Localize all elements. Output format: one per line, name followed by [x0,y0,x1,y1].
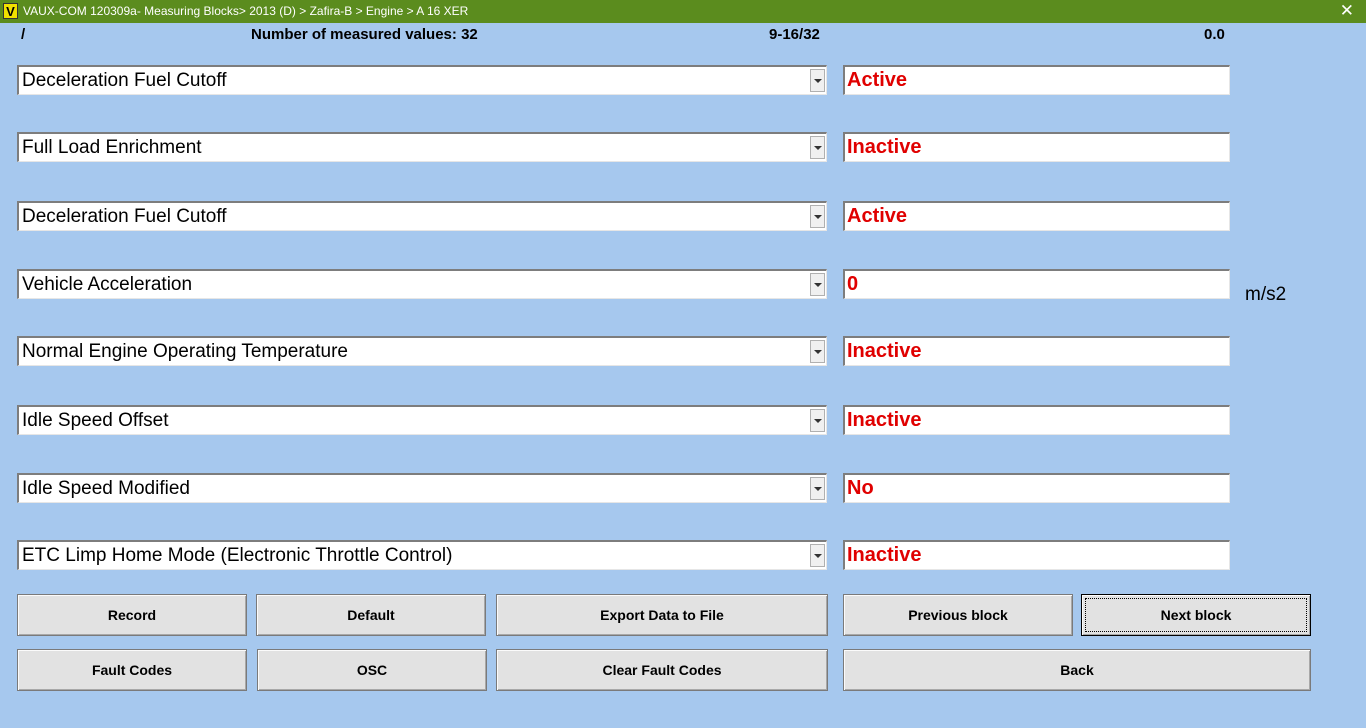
measurement-value-text: Active [847,69,908,91]
next-block-button[interactable]: Next block [1081,594,1311,636]
block-range: 9-16/32 [769,26,820,43]
measurement-value-text: Inactive [847,409,922,431]
chevron-down-icon[interactable] [810,205,825,228]
measurement-select-label: Normal Engine Operating Temperature [22,341,348,362]
chevron-down-icon[interactable] [810,340,825,363]
measurement-select-6[interactable]: Idle Speed Offset [17,405,827,435]
measurement-value-text: Inactive [847,544,922,566]
measured-values-count: Number of measured values: 32 [251,26,478,43]
measurement-value-7: No [843,473,1230,503]
chevron-down-icon[interactable] [810,544,825,567]
measurement-select-label: Idle Speed Offset [22,410,169,431]
app-logo-icon: V [3,3,18,19]
measurement-select-4[interactable]: Vehicle Acceleration [17,269,827,299]
measurement-unit-4: m/s2 [1245,284,1287,305]
measurement-value-text: 0 [847,273,859,295]
measurement-select-3[interactable]: Deceleration Fuel Cutoff [17,201,827,231]
clear-fault-codes-button[interactable]: Clear Fault Codes [496,649,828,691]
measurement-select-1[interactable]: Deceleration Fuel Cutoff [17,65,827,95]
fault-codes-button[interactable]: Fault Codes [17,649,247,691]
title-bar: V VAUX-COM 120309a- Measuring Blocks> 20… [0,0,1366,23]
record-button[interactable]: Record [17,594,247,636]
measurement-value-4: 0 [843,269,1230,299]
measurement-value-6: Inactive [843,405,1230,435]
measurement-value-text: No [847,477,874,499]
measurement-select-label: Deceleration Fuel Cutoff [22,70,227,91]
measurement-value-2: Inactive [843,132,1230,162]
measurement-select-label: Full Load Enrichment [22,137,202,158]
measurement-value-8: Inactive [843,540,1230,570]
chevron-down-icon[interactable] [810,477,825,500]
measurement-select-label: Vehicle Acceleration [22,274,193,295]
measurement-value-text: Inactive [847,340,922,362]
path-indicator: / [21,26,26,43]
osc-button[interactable]: OSC [257,649,487,691]
measurement-value-text: Inactive [847,136,922,158]
chevron-down-icon[interactable] [810,69,825,92]
chevron-down-icon[interactable] [810,136,825,159]
measurement-value-1: Active [843,65,1230,95]
measurement-value-5: Inactive [843,336,1230,366]
back-button[interactable]: Back [843,649,1311,691]
header-value: 0.0 [1204,26,1225,43]
measurement-value-3: Active [843,201,1230,231]
export-data-button[interactable]: Export Data to File [496,594,828,636]
chevron-down-icon[interactable] [810,409,825,432]
measurement-value-text: Active [847,205,908,227]
measurement-select-7[interactable]: Idle Speed Modified [17,473,827,503]
close-icon[interactable]: ✕ [1340,1,1354,21]
measurement-select-label: ETC Limp Home Mode (Electronic Throttle … [22,545,453,566]
measurement-select-label: Deceleration Fuel Cutoff [22,206,227,227]
chevron-down-icon[interactable] [810,273,825,296]
measurement-select-label: Idle Speed Modified [22,478,190,499]
measurement-select-8[interactable]: ETC Limp Home Mode (Electronic Throttle … [17,540,827,570]
measurement-select-2[interactable]: Full Load Enrichment [17,132,827,162]
window-title: VAUX-COM 120309a- Measuring Blocks> 2013… [23,4,469,18]
default-button[interactable]: Default [256,594,486,636]
previous-block-button[interactable]: Previous block [843,594,1073,636]
measurement-select-5[interactable]: Normal Engine Operating Temperature [17,336,827,366]
